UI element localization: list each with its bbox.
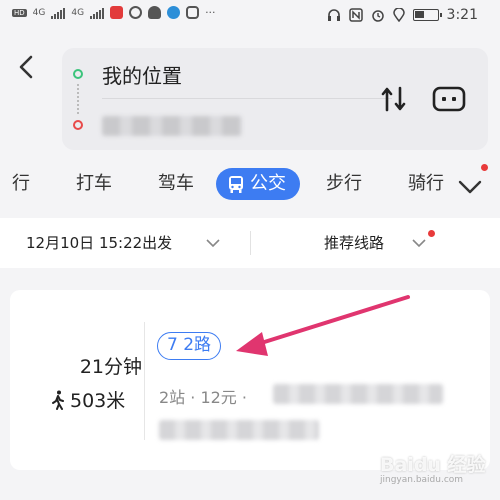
tab-transit[interactable]: 公交 [216,168,300,200]
signal-icon [51,7,66,19]
more-options-icon[interactable] [432,86,466,112]
watermark-brand: Baidu 经验 [380,454,486,476]
watermark-url: jingyan.baidu.com [380,475,464,485]
alarm-icon [371,10,384,22]
start-dot-icon [73,69,83,79]
field-divider [102,98,392,99]
bus-icon [229,176,243,193]
network-label-1: 4G [32,7,46,18]
tab-partial[interactable]: 行 [12,168,30,200]
overflow-icon: ··· [205,6,216,19]
origin-field[interactable]: 我的位置 [102,60,182,89]
route-connector [77,84,79,114]
route-input-card: 我的位置 [62,48,488,150]
blurred-info [159,420,319,440]
filter-divider [250,231,251,255]
transport-mode-tabs: 行 打车 驾车 公交 步行 骑行 [0,160,500,208]
walk-distance: 503米 [50,386,125,413]
camera-app-icon [167,6,181,19]
walking-person-icon [52,390,64,410]
tab-walk[interactable]: 步行 [326,168,362,200]
nfc-icon [348,8,363,22]
battery-icon [412,9,442,21]
chevron-down-icon[interactable] [412,238,426,248]
bus-line-badge[interactable]: 7 2路 [157,332,222,360]
headphone-icon [327,9,340,21]
status-right: 3:21 [327,7,478,23]
chevron-left-icon [19,55,33,79]
baidu-watermark: Baidu 经验 jingyan.baidu.com [380,450,486,485]
departure-time-selector[interactable]: 12月10日 15:22出发 [26,232,172,253]
notification-dot [481,164,488,171]
hd-badge: HD [12,8,27,17]
bell-icon [148,6,162,19]
tab-transit-label: 公交 [250,173,286,194]
signal-icon-2 [90,7,105,19]
blurred-info [273,384,443,404]
filter-bar: 12月10日 15:22出发 推荐线路 [0,218,500,268]
location-icon [392,8,405,22]
end-dot-icon [73,120,83,130]
line-stops-fare: 2站 · 12元 · [159,388,247,407]
chevron-down-icon[interactable] [456,176,484,198]
refresh-icon [129,6,143,19]
sort-selector[interactable]: 推荐线路 [324,232,384,253]
chevron-down-icon[interactable] [206,238,220,248]
status-left: HD 4G 4G ··· [12,6,216,19]
route-result-card[interactable]: 21分钟 503米 7 2路 2站 · 12元 · [10,290,490,470]
destination-field-blurred[interactable] [102,116,242,136]
status-time: 3:21 [446,7,478,23]
notification-dot [428,230,435,237]
swap-route-icon[interactable] [380,84,408,114]
back-button[interactable] [18,54,48,88]
network-label-2: 4G [71,7,85,18]
tab-drive[interactable]: 驾车 [158,168,194,200]
tab-taxi[interactable]: 打车 [76,168,112,200]
status-bar: HD 4G 4G ··· 3:21 [0,0,500,36]
tab-bike[interactable]: 骑行 [408,168,444,200]
walk-distance-value: 503米 [70,390,126,412]
recorder-icon [110,6,124,19]
card-divider [144,322,145,440]
app-icon [186,6,200,19]
trip-duration: 21分钟 [79,356,142,378]
